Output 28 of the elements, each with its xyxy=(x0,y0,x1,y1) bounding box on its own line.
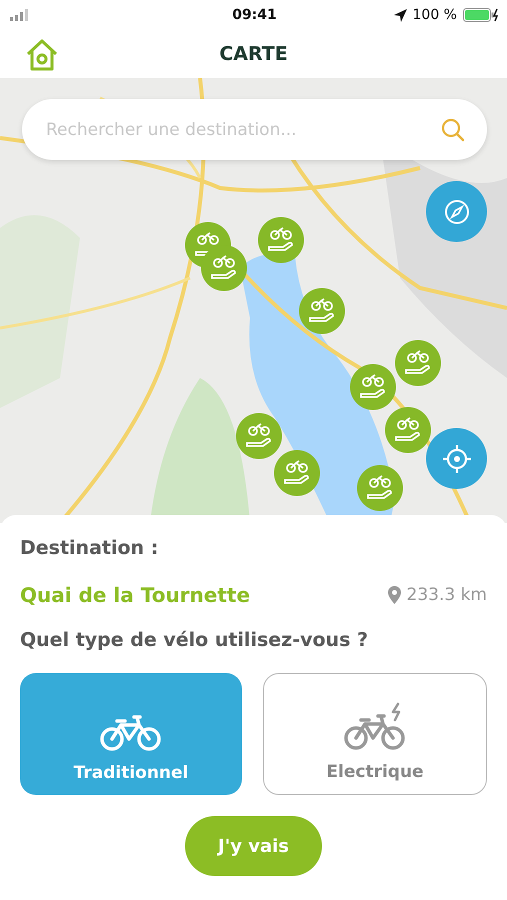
signal-icon xyxy=(10,9,28,21)
battery-percent: 100 % xyxy=(412,7,457,23)
bike-station-marker-icon[interactable] xyxy=(274,450,320,496)
distance-text: 233.3 km xyxy=(406,585,487,605)
electric-bike-icon xyxy=(343,702,407,752)
map-pin-icon xyxy=(388,586,401,604)
bike-station-marker-icon[interactable] xyxy=(395,340,441,386)
screen-title: CARTE xyxy=(219,43,288,65)
bike-station-marker-icon[interactable] xyxy=(236,413,282,459)
battery-icon xyxy=(462,8,499,22)
bike-station-marker-icon[interactable] xyxy=(350,364,396,410)
bike-station-marker-icon[interactable] xyxy=(385,407,431,453)
bike-station-marker-icon[interactable] xyxy=(299,288,345,334)
bike-type-option[interactable]: Traditionnel xyxy=(20,673,242,795)
destination-name: Quai de la Tournette xyxy=(20,583,250,607)
bike-station-marker-icon[interactable] xyxy=(201,245,247,291)
house-icon xyxy=(25,39,59,71)
bike-type-option[interactable]: Electrique xyxy=(263,673,487,795)
status-time: 09:41 xyxy=(232,7,277,23)
compass-icon xyxy=(444,198,470,224)
bike-station-marker-icon[interactable] xyxy=(258,217,304,263)
go-button[interactable]: J'y vais xyxy=(185,816,322,876)
destination-label: Destination : xyxy=(20,537,160,559)
location-arrow-icon xyxy=(394,8,406,22)
bike-type-question: Quel type de vélo utilisez-vous ? xyxy=(20,629,370,651)
crosshair-icon xyxy=(442,444,472,474)
bike-station-marker-icon[interactable] xyxy=(357,465,403,511)
search-icon[interactable] xyxy=(441,118,465,142)
